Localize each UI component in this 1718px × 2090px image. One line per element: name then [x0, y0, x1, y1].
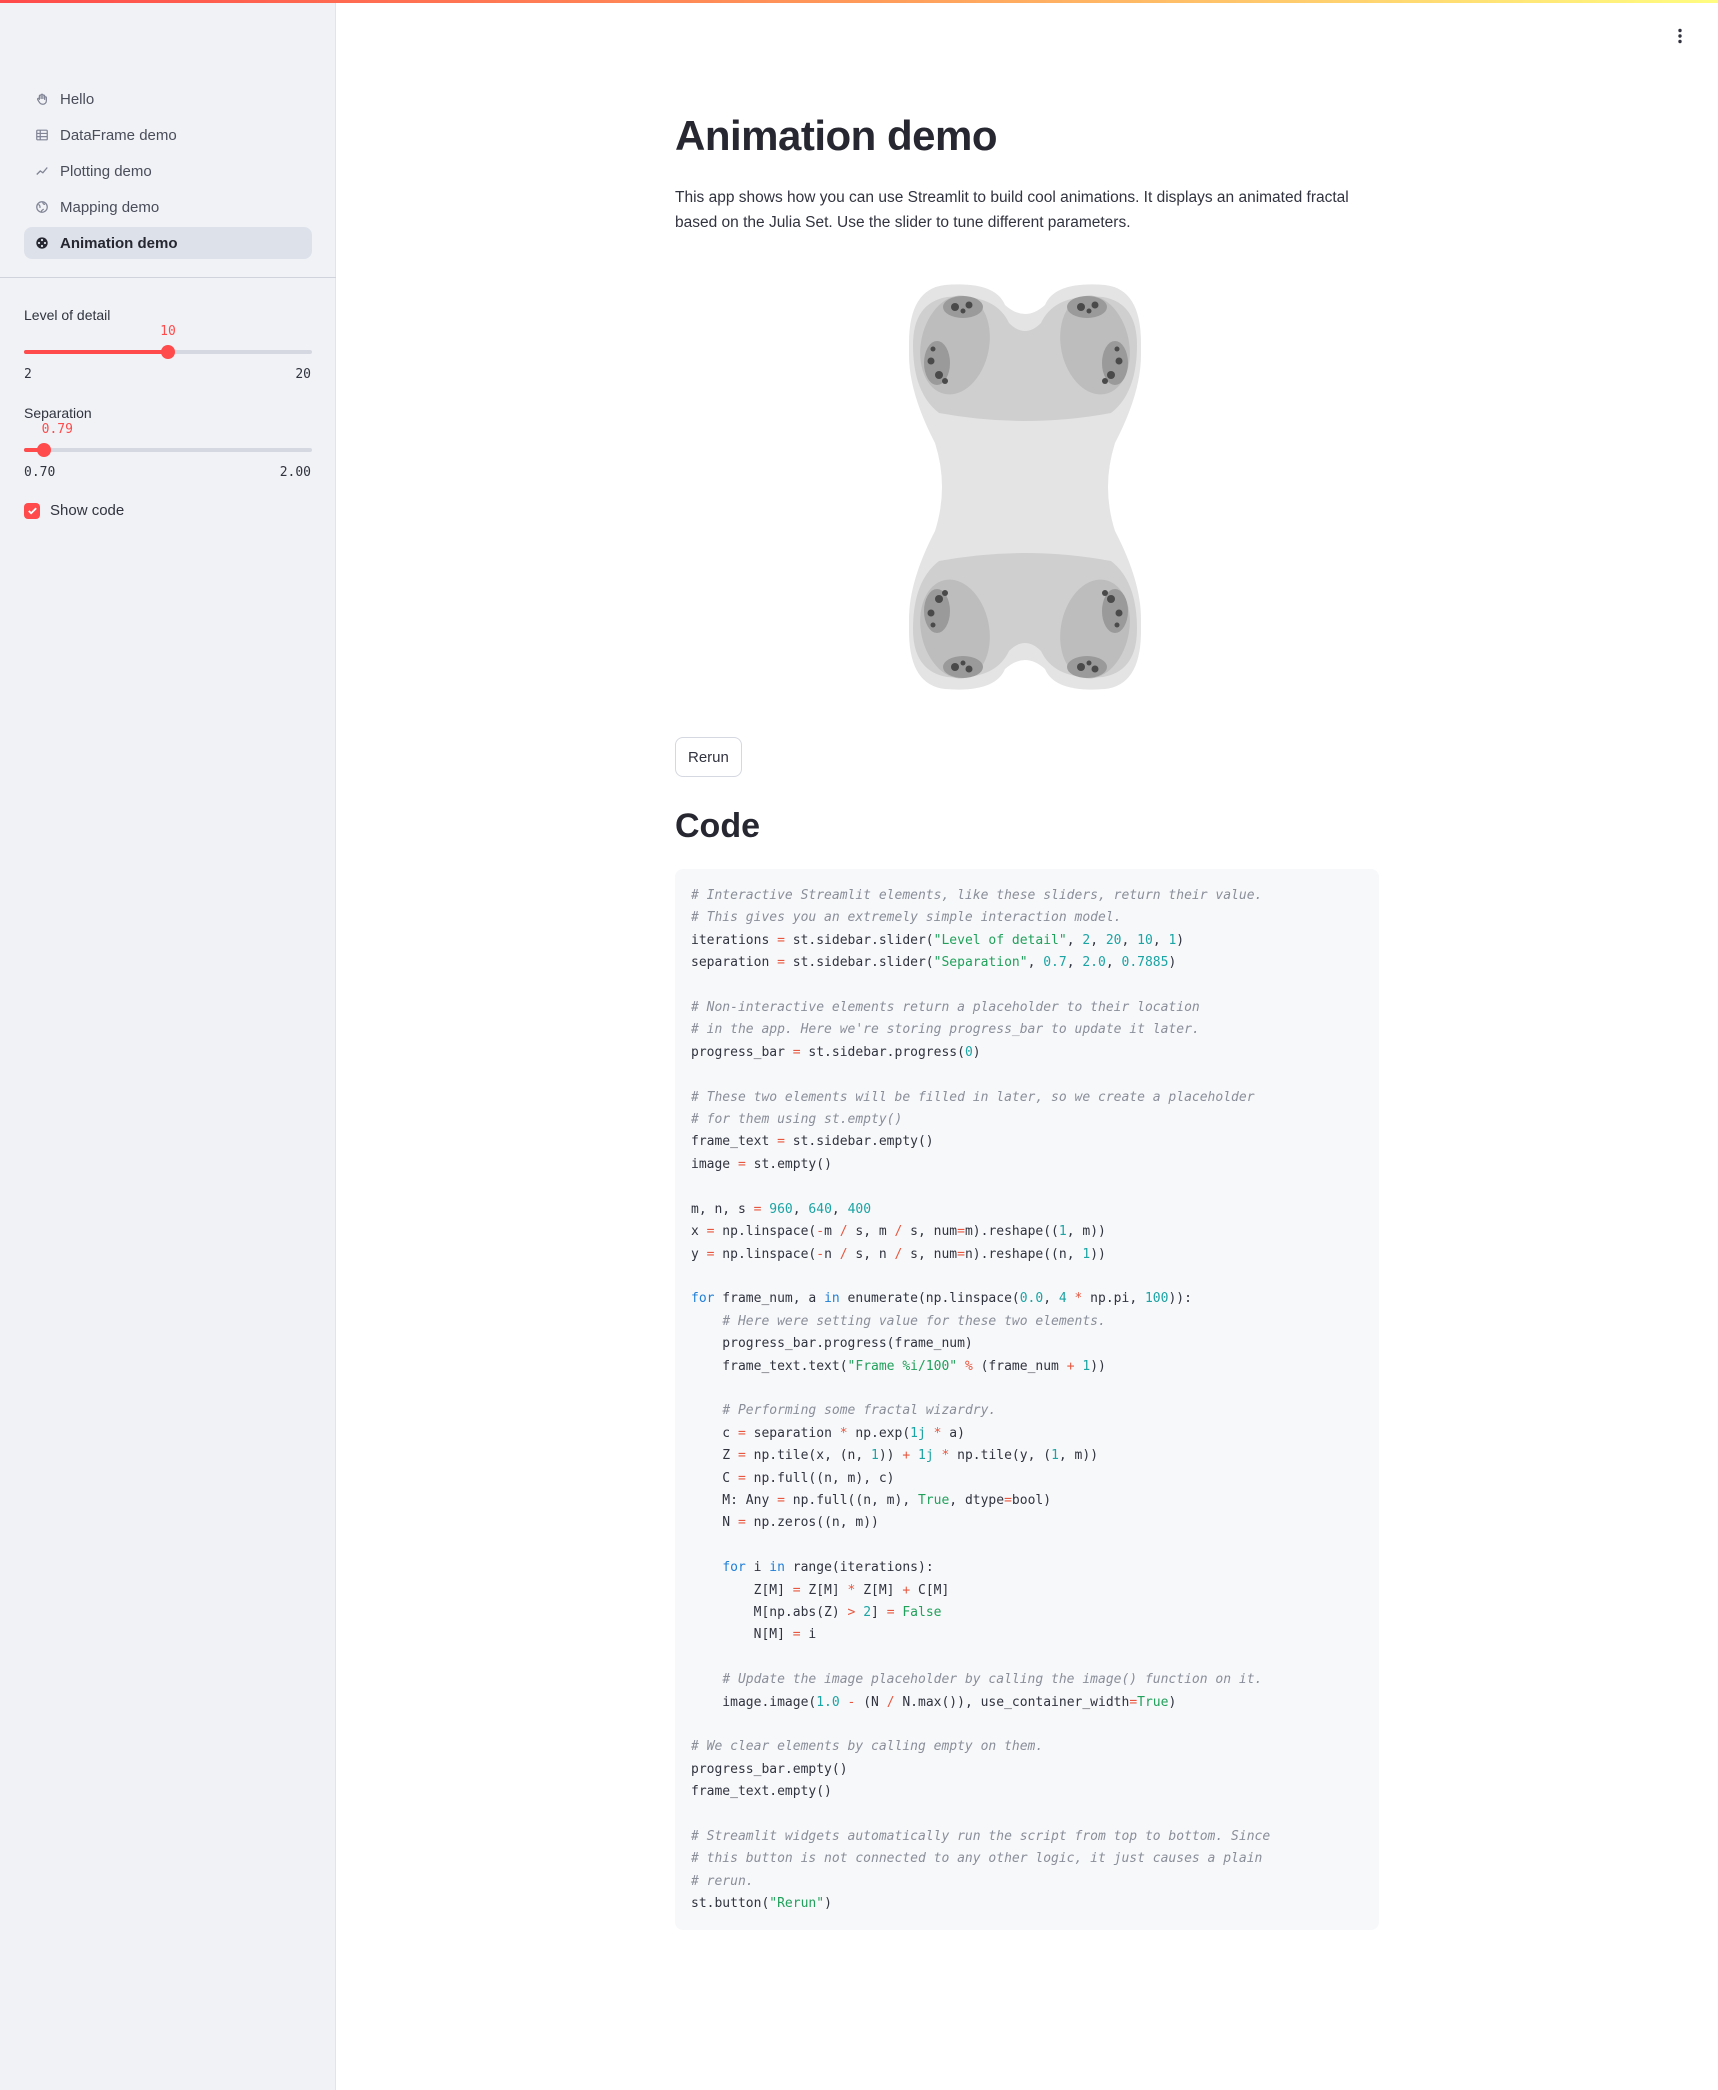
checkbox-checked-icon[interactable]: [24, 502, 40, 519]
rerun-button[interactable]: Rerun: [675, 737, 742, 777]
code-block: # Interactive Streamlit elements, like t…: [675, 869, 1379, 1930]
sidebar-item-label: Mapping demo: [60, 198, 160, 216]
top-decoration-bar: [0, 0, 1718, 3]
slider-value: 0.79: [41, 422, 73, 437]
sidebar-item-mapping-demo[interactable]: Mapping demo: [24, 191, 312, 223]
sidebar-item-animation-demo[interactable]: Animation demo: [24, 227, 312, 259]
slider-track: [24, 448, 312, 452]
sidebar-item-label: DataFrame demo: [60, 126, 177, 144]
film-icon: [34, 235, 50, 251]
sidebar-item-label: Plotting demo: [60, 162, 152, 180]
show-code-checkbox[interactable]: Show code: [24, 502, 124, 519]
code-content: # Interactive Streamlit elements, like t…: [691, 888, 1271, 1912]
slider-thumb[interactable]: [161, 345, 175, 359]
sidebar-item-plotting-demo[interactable]: Plotting demo: [24, 155, 312, 187]
slider-thumb[interactable]: [36, 443, 51, 457]
sidebar: Hello DataFrame demo Plotting demo Mappi…: [0, 0, 336, 2090]
level-of-detail-slider[interactable]: 10: [24, 324, 312, 359]
fractal-image: [905, 283, 1145, 691]
slider-fill: [24, 350, 168, 354]
separation-label: Separation: [24, 405, 92, 421]
slider-value: 10: [160, 324, 176, 339]
code-heading: Code: [675, 807, 760, 845]
sidebar-item-label: Hello: [60, 90, 95, 108]
more-vertical-icon: [1678, 28, 1682, 44]
globe-icon: [34, 199, 50, 215]
level-of-detail-max: 20: [295, 367, 311, 382]
separation-max: 2.00: [279, 465, 311, 480]
separation-slider[interactable]: 0.79: [24, 422, 312, 457]
intro-text: This app shows how you can use Streamlit…: [675, 189, 1349, 231]
sidebar-item-hello[interactable]: Hello: [24, 83, 312, 115]
level-of-detail-label: Level of detail: [24, 307, 111, 323]
chart-line-icon: [34, 163, 50, 179]
sidebar-item-dataframe-demo[interactable]: DataFrame demo: [24, 119, 312, 151]
sidebar-item-label: Animation demo: [60, 234, 178, 252]
sidebar-divider: [0, 277, 336, 278]
level-of-detail-min: 2: [24, 367, 32, 382]
main-menu-button[interactable]: [1666, 24, 1694, 48]
show-code-label: Show code: [50, 502, 125, 519]
hand-wave-icon: [34, 91, 50, 107]
sidebar-nav: Hello DataFrame demo Plotting demo Mappi…: [24, 83, 312, 263]
table-icon: [34, 127, 50, 143]
separation-min: 0.70: [24, 465, 56, 480]
page-title: Animation demo: [675, 112, 998, 159]
